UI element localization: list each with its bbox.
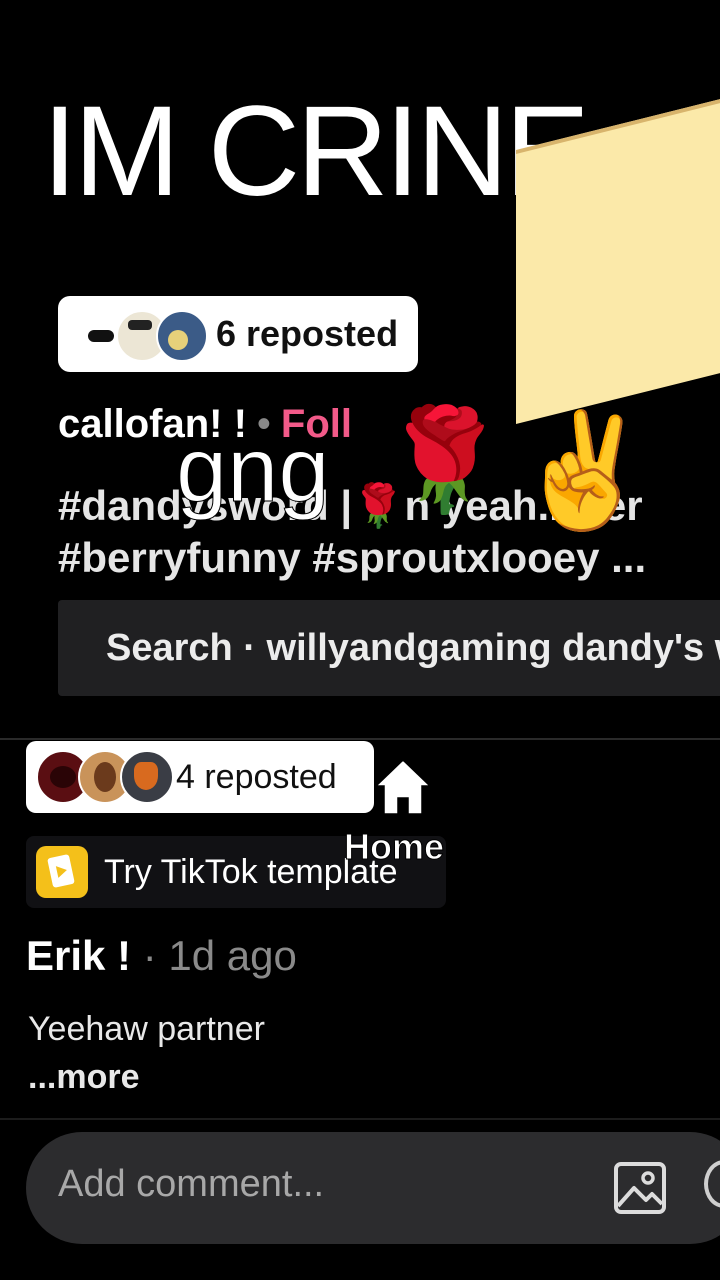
- hashtags-line-2[interactable]: #berryfunny #sproutxlooey ...: [58, 532, 646, 584]
- reposter-avatars: [36, 750, 174, 804]
- post-caption: Yeehaw partner: [28, 1010, 265, 1048]
- avatar: [120, 750, 174, 804]
- post-author-line: Erik ! · 1d ago: [26, 932, 297, 980]
- related-search-bar[interactable]: Search · willyandgaming dandy's w: [58, 600, 720, 696]
- overlay-caption: gng: [176, 419, 330, 522]
- more-link[interactable]: ...more: [28, 1058, 139, 1097]
- divider: [0, 1118, 720, 1120]
- reposted-badge-top[interactable]: 6 reposted: [58, 296, 418, 372]
- overlay-title: IM CRINE: [38, 82, 594, 222]
- post-timestamp: · 1d ago: [131, 932, 297, 979]
- tiktok-template-icon: [36, 846, 88, 898]
- home-tab-label[interactable]: Home: [343, 826, 444, 868]
- divider: [0, 738, 720, 740]
- rose-emoji: 🌹: [382, 404, 507, 516]
- image-icon[interactable]: [612, 1160, 668, 1216]
- comment-input[interactable]: Add comment...: [58, 1163, 324, 1206]
- reposted-count-label: 6 reposted: [216, 313, 399, 354]
- peace-emoji: ✌️: [514, 408, 654, 533]
- search-suggestion-label: Search · willyandgaming dandy's w: [106, 626, 720, 669]
- reposted-badge[interactable]: 4 reposted: [26, 741, 374, 813]
- video-background-shape: [516, 95, 720, 425]
- avatar: [156, 310, 208, 362]
- reposted-count-label: 4 reposted: [176, 757, 337, 796]
- post-author-name[interactable]: Erik !: [26, 932, 131, 979]
- reposter-avatars: [76, 308, 208, 362]
- home-icon[interactable]: [372, 756, 434, 818]
